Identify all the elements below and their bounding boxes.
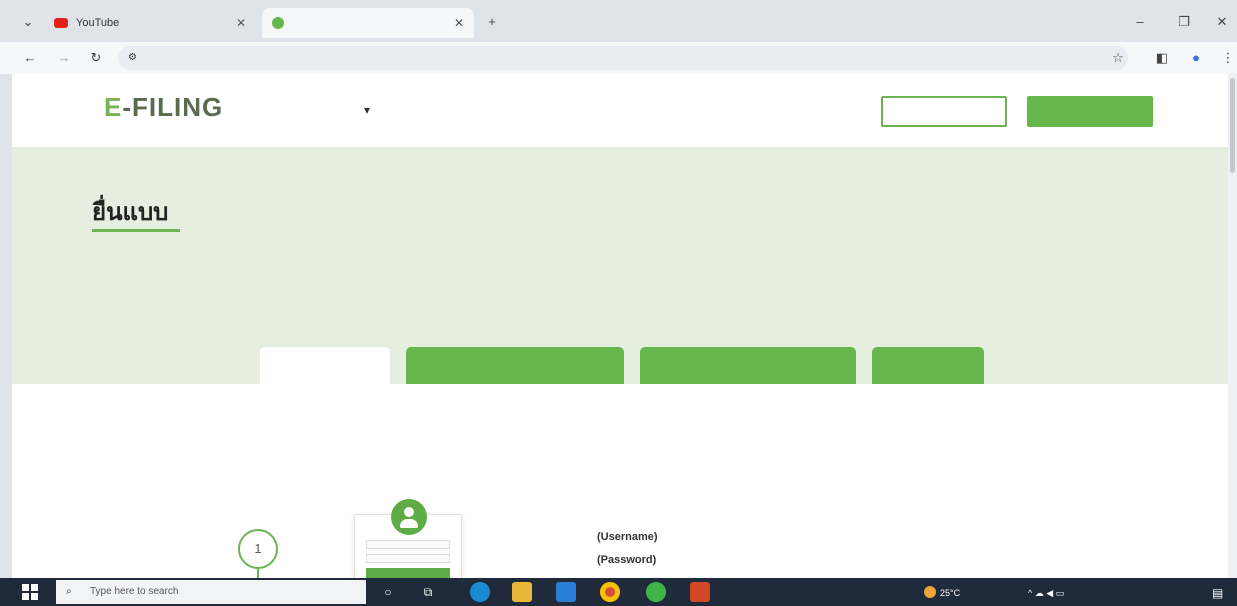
tab-search-icon[interactable]: ⌄	[18, 12, 38, 32]
user-avatar-icon	[391, 499, 427, 535]
tab-attach-docs[interactable]	[872, 347, 984, 384]
logo-e: E	[104, 92, 123, 122]
site-header: E-FILING ▾	[12, 74, 1228, 147]
restore-button[interactable]: ❐	[1174, 12, 1194, 32]
line-app-icon[interactable]	[646, 582, 666, 602]
register-button[interactable]	[1027, 96, 1153, 127]
side-panel-icon[interactable]: ◧	[1152, 48, 1172, 68]
chevron-down-icon: ▾	[364, 103, 371, 117]
task-view-icon[interactable]: ⧉	[418, 582, 438, 602]
login-button[interactable]	[881, 96, 1007, 127]
efiling-favicon-icon	[272, 17, 284, 29]
web-page: E-FILING ▾ ยื่นแบบ 1 (Username) (Passwor…	[12, 74, 1228, 578]
address-bar[interactable]: ⚙	[118, 46, 1128, 70]
illustration-login-button	[366, 568, 450, 578]
file-explorer-icon[interactable]	[512, 582, 532, 602]
weather-temp: 25°C	[940, 588, 961, 598]
windows-start-icon[interactable]	[22, 584, 38, 600]
tab-title: YouTube	[76, 17, 120, 29]
tab-prepare-data[interactable]	[406, 347, 624, 384]
illustration-username-field	[366, 540, 450, 549]
site-info-icon[interactable]: ⚙	[128, 46, 137, 70]
youtube-icon	[54, 18, 68, 28]
search-placeholder: Type here to search	[90, 586, 179, 597]
weather-icon[interactable]	[924, 586, 936, 598]
menu-icon[interactable]: ⋮	[1218, 48, 1237, 68]
forward-icon[interactable]: →	[54, 48, 74, 68]
scrollbar-thumb[interactable]	[1230, 78, 1235, 173]
notification-icon[interactable]: ▤	[1212, 586, 1223, 600]
tab-file-online[interactable]	[260, 347, 390, 384]
reload-icon[interactable]: ↻	[86, 48, 106, 68]
title-underline	[92, 229, 180, 232]
close-tab-icon[interactable]: ✕	[454, 16, 464, 30]
tab-tax-agent[interactable]	[640, 347, 856, 384]
close-window-button[interactable]: ✕	[1212, 12, 1232, 32]
edge-icon[interactable]	[470, 582, 490, 602]
logo-text: -FILING	[122, 92, 224, 122]
search-icon: ⌕	[66, 586, 72, 597]
username-hint: (Username)	[597, 531, 658, 543]
close-tab-icon[interactable]: ✕	[236, 16, 246, 30]
mail-icon[interactable]	[556, 582, 576, 602]
back-icon[interactable]: ←	[20, 48, 40, 68]
tab-youtube[interactable]: YouTube ✕	[44, 8, 256, 38]
new-tab-button[interactable]: +	[482, 12, 502, 32]
page-title: ยื่นแบบ	[92, 199, 169, 226]
minimize-button[interactable]: –	[1130, 12, 1150, 32]
efiling-logo[interactable]: E-FILING	[104, 92, 223, 123]
bookmark-star-icon[interactable]: ☆	[1108, 48, 1128, 68]
step-connector	[257, 569, 259, 578]
step-number: 1	[238, 529, 278, 569]
tab-efiling[interactable]: ✕	[262, 8, 474, 38]
powerpoint-icon[interactable]	[690, 582, 710, 602]
cortana-icon[interactable]: ○	[378, 582, 398, 602]
password-hint: (Password)	[597, 554, 657, 566]
chrome-icon[interactable]	[600, 582, 620, 602]
taskbar-search-input[interactable]: ⌕ Type here to search	[56, 580, 366, 604]
illustration-password-field	[366, 554, 450, 563]
nav-forms[interactable]: ▾	[364, 103, 370, 117]
profile-icon[interactable]: ●	[1186, 48, 1206, 68]
tray-icons[interactable]: ^ ☁ ◀ ▭	[1028, 588, 1064, 599]
